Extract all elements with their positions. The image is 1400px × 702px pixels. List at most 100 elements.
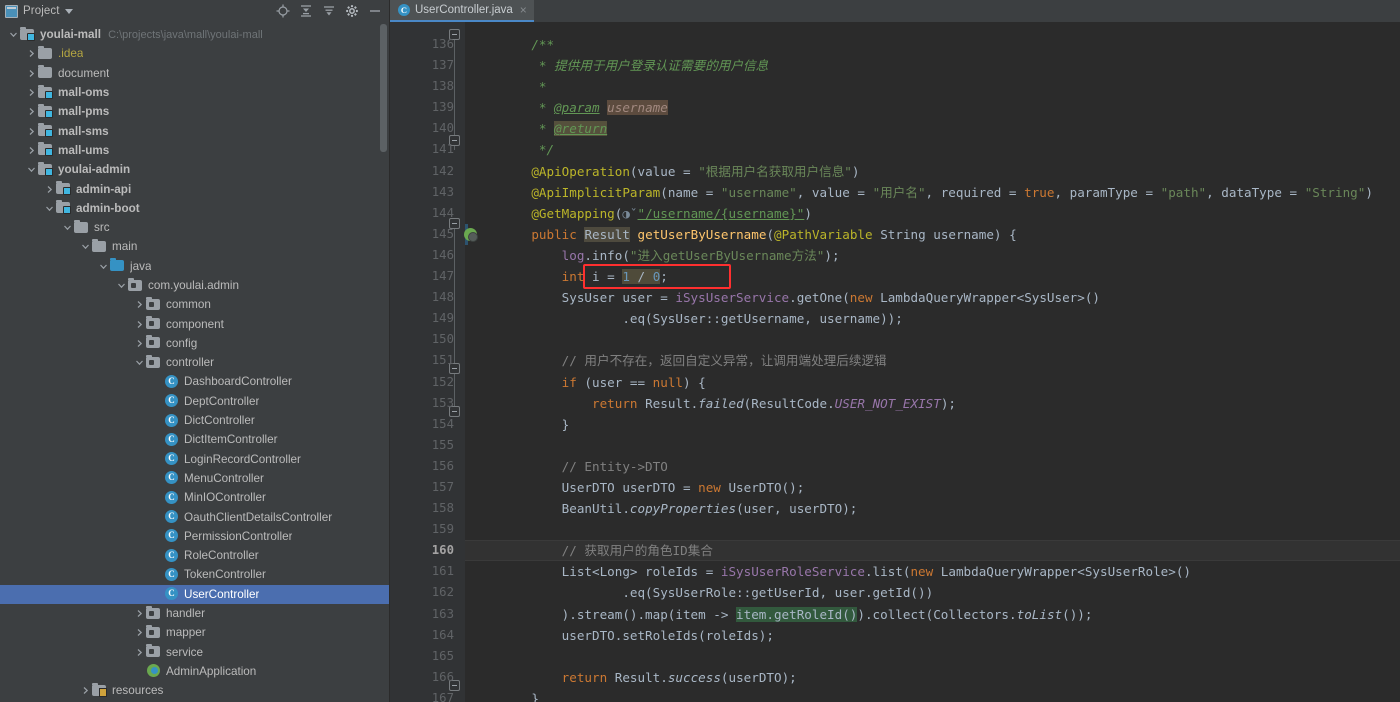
tree-item[interactable]: C RoleController <box>0 546 389 565</box>
code-line[interactable]: @GetMapping(◑ˇ"/username/{username}") <box>501 203 1400 224</box>
tree-item[interactable]: C DashboardController <box>0 372 389 391</box>
tree-item[interactable]: youlai-admin <box>0 160 389 179</box>
line-number[interactable]: 142 <box>390 161 465 182</box>
chevron-right-icon[interactable] <box>133 609 146 618</box>
code-line[interactable]: * <box>501 76 1400 97</box>
tree-item[interactable]: handler <box>0 604 389 623</box>
code-line[interactable]: // 用户不存在，返回自定义异常，让调用端处理后续逻辑 <box>501 350 1400 371</box>
tree-item[interactable]: AdminApplication <box>0 662 389 681</box>
chevron-right-icon[interactable] <box>25 49 38 58</box>
tree-item[interactable]: service <box>0 643 389 662</box>
code-line[interactable]: } <box>501 414 1400 435</box>
line-number[interactable]: 145 <box>390 224 478 245</box>
code-line[interactable]: @ApiOperation(value = "根据用户名获取用户信息") <box>501 161 1400 182</box>
line-number[interactable]: 139 <box>390 97 465 118</box>
tree-item[interactable]: C DictItemController <box>0 430 389 449</box>
chevron-down-icon[interactable] <box>64 8 73 14</box>
code-line[interactable]: BeanUtil.copyProperties(user, userDTO); <box>501 498 1400 519</box>
code-line[interactable] <box>501 329 1400 350</box>
line-number[interactable]: 154 <box>390 414 465 435</box>
line-number[interactable]: 167 <box>390 688 465 702</box>
chevron-right-icon[interactable] <box>133 628 146 637</box>
chevron-right-icon[interactable] <box>43 185 56 194</box>
tree-item[interactable]: mall-sms <box>0 121 389 140</box>
tree-item[interactable]: youlai-mall C:\projects\java\mall\youlai-… <box>0 25 389 44</box>
tree-item[interactable]: mapper <box>0 623 389 642</box>
code-line[interactable]: @ApiImplicitParam(name = "username", val… <box>501 182 1400 203</box>
chevron-right-icon[interactable] <box>133 648 146 657</box>
chevron-right-icon[interactable] <box>25 127 38 136</box>
code-editor[interactable]: 136 137 138 139 140 141 142 143 144 145 146 147 148 1… <box>390 22 1400 702</box>
line-number[interactable]: 138 <box>390 76 465 97</box>
line-number[interactable]: 166 <box>390 667 465 688</box>
line-number[interactable]: 151 <box>390 350 465 371</box>
tree-item[interactable]: C TokenController <box>0 565 389 584</box>
tree-item-selected[interactable]: C UserController <box>0 584 389 604</box>
code-line[interactable]: /** <box>501 34 1400 55</box>
tree-item[interactable]: admin-api <box>0 179 389 198</box>
tree-item[interactable]: C PermissionController <box>0 527 389 546</box>
code-line[interactable]: * @param username <box>501 97 1400 118</box>
chevron-down-icon[interactable] <box>133 358 146 367</box>
line-number[interactable]: 157 <box>390 477 465 498</box>
tree-item[interactable]: C LoginRecordController <box>0 450 389 469</box>
line-number[interactable]: 160 <box>390 540 465 561</box>
line-number[interactable]: 147 <box>390 266 465 287</box>
code-line[interactable]: return Result.success(userDTO); <box>501 667 1400 688</box>
code-line[interactable]: .eq(SysUserRole::getUserId, user.getId()… <box>501 582 1400 603</box>
settings-gear-icon[interactable] <box>345 4 359 18</box>
code-line[interactable]: List<Long> roleIds = iSysUserRoleService… <box>501 561 1400 582</box>
code-line[interactable]: public Result getUserByUsername(@PathVar… <box>501 224 1400 245</box>
project-tree-scrollbar[interactable] <box>380 24 387 152</box>
chevron-down-icon[interactable] <box>97 262 110 271</box>
line-number[interactable]: 153 <box>390 393 465 414</box>
tree-item[interactable]: document <box>0 64 389 83</box>
line-number[interactable]: 146 <box>390 245 465 266</box>
code-line[interactable]: ).stream().map(item -> item.getRoleId())… <box>501 604 1400 625</box>
line-number[interactable]: 140 <box>390 118 465 139</box>
code-line[interactable]: * @return <box>501 118 1400 139</box>
line-number[interactable]: 141 <box>390 139 465 160</box>
line-number[interactable]: 164 <box>390 625 465 646</box>
close-icon[interactable]: × <box>520 4 527 16</box>
code-line[interactable]: * 提供用于用户登录认证需要的用户信息 <box>501 55 1400 76</box>
line-number[interactable]: 155 <box>390 435 465 456</box>
chevron-down-icon[interactable] <box>43 204 56 213</box>
project-title-group[interactable]: Project <box>5 4 276 18</box>
chevron-right-icon[interactable] <box>79 686 92 695</box>
expand-all-icon[interactable] <box>322 4 336 18</box>
tree-item[interactable]: java <box>0 257 389 276</box>
line-number[interactable]: 136 <box>390 34 465 55</box>
tree-item[interactable]: controller <box>0 353 389 372</box>
tree-item[interactable]: src <box>0 218 389 237</box>
tree-item[interactable]: .idea <box>0 44 389 63</box>
line-number[interactable]: 156 <box>390 456 465 477</box>
editor-tab-usercontroller[interactable]: C UserController.java × <box>390 0 534 22</box>
chevron-down-icon[interactable] <box>61 223 74 232</box>
code-line[interactable]: // Entity->DTO <box>501 456 1400 477</box>
code-line[interactable]: int i = 1 / 0; <box>501 266 1400 287</box>
code-line[interactable]: */ <box>501 139 1400 160</box>
line-number[interactable]: 162 <box>390 582 465 603</box>
tree-item[interactable]: resources <box>0 681 389 700</box>
chevron-right-icon[interactable] <box>25 88 38 97</box>
collapse-all-icon[interactable] <box>299 4 313 18</box>
hide-icon[interactable] <box>368 4 382 18</box>
line-number[interactable]: 152 <box>390 372 465 393</box>
line-number[interactable]: 137 <box>390 55 465 76</box>
line-number[interactable]: 143 <box>390 182 465 203</box>
tree-item[interactable]: admin-boot <box>0 199 389 218</box>
code-line[interactable]: UserDTO userDTO = new UserDTO(); <box>501 477 1400 498</box>
code-line[interactable] <box>501 519 1400 540</box>
tree-item[interactable]: component <box>0 314 389 333</box>
code-line[interactable]: SysUser user = iSysUserService.getOne(ne… <box>501 287 1400 308</box>
code-line[interactable] <box>501 646 1400 667</box>
chevron-down-icon[interactable] <box>79 242 92 251</box>
line-number[interactable]: 161 <box>390 561 465 582</box>
tree-item[interactable]: C MinIOController <box>0 488 389 507</box>
editor-code-area[interactable]: /** * 提供用于用户登录认证需要的用户信息 * * @param usern… <box>465 22 1400 702</box>
tree-item[interactable]: mall-ums <box>0 141 389 160</box>
tree-item[interactable]: mall-oms <box>0 83 389 102</box>
code-line[interactable]: } <box>501 688 1400 702</box>
code-line[interactable]: userDTO.setRoleIds(roleIds); <box>501 625 1400 646</box>
